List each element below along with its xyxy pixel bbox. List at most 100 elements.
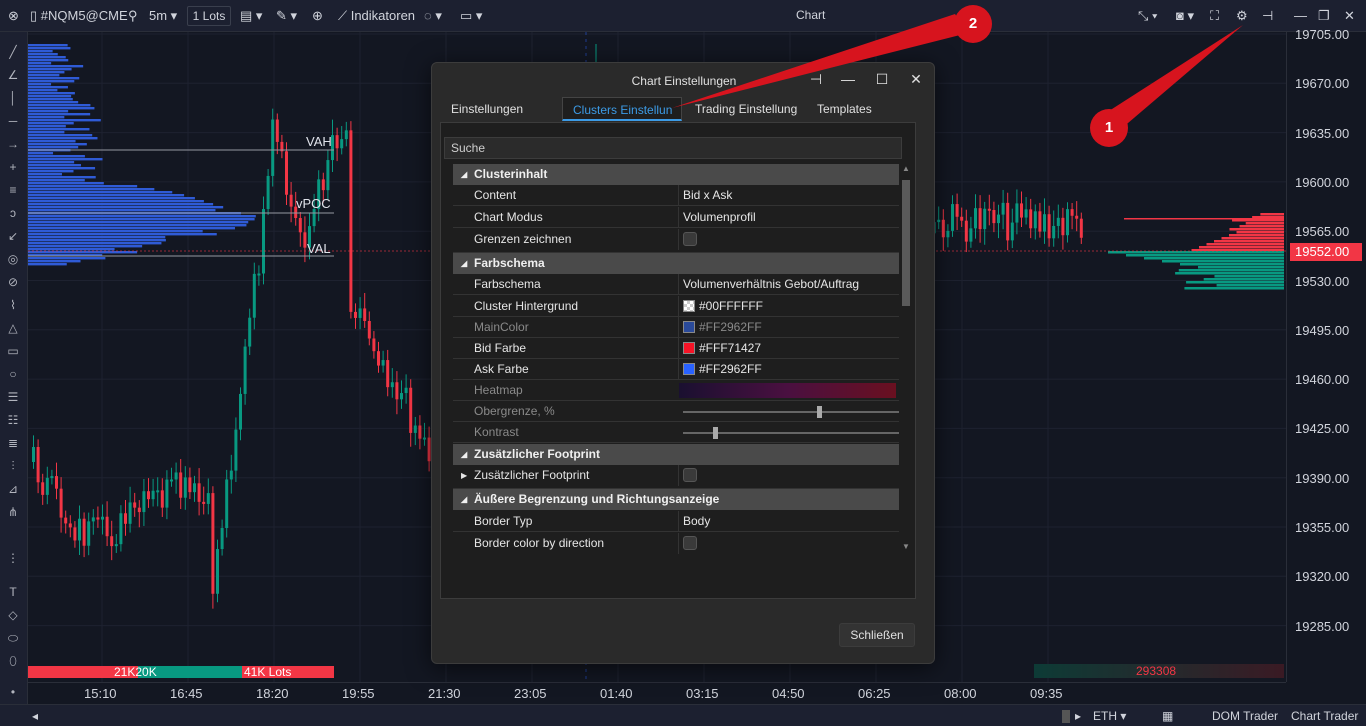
slider-knob[interactable] <box>713 427 718 439</box>
lots-input[interactable]: 1 Lots <box>187 6 231 26</box>
fib-extension-icon[interactable]: ☷ <box>4 412 22 428</box>
section-farbschema[interactable]: ◢ Farbschema <box>453 253 899 274</box>
pitchfork-icon[interactable]: ⫶ <box>4 458 22 474</box>
prop-bid-color[interactable]: Bid Farbe #FFF71427 <box>453 338 899 359</box>
fan-icon[interactable]: ⋔ <box>4 504 22 520</box>
upper-limit-slider[interactable] <box>683 406 899 418</box>
prop-value[interactable]: Body <box>678 511 899 532</box>
tab-trading[interactable]: Trading Einstellung <box>685 97 797 121</box>
channel-tool-icon[interactable]: ≡ <box>4 182 22 198</box>
expand-icon[interactable]: ▶ <box>461 465 467 486</box>
ask-color-swatch[interactable] <box>683 363 695 375</box>
prop-border-type[interactable]: Border Typ Body <box>453 511 899 532</box>
section-clusterinhalt[interactable]: ◢ Clusterinhalt <box>453 164 899 185</box>
gear-icon[interactable]: ⚙ <box>1236 6 1248 26</box>
scroll-down-icon[interactable]: ▼ <box>902 542 910 551</box>
cross-tool-icon[interactable]: + <box>4 159 22 175</box>
minimize-icon[interactable]: — <box>1294 6 1307 26</box>
prop-borders[interactable]: Grenzen zeichnen <box>453 229 899 253</box>
search-input[interactable]: Suche <box>444 137 902 159</box>
prop-value[interactable]: Volumenverhältnis Gebot/Auftrag <box>678 274 899 295</box>
transparent-swatch[interactable] <box>683 300 695 312</box>
rectangle-tool-icon[interactable]: ▭ <box>4 343 22 359</box>
search-icon[interactable]: ⚲ <box>128 6 138 26</box>
tab-templates[interactable]: Templates <box>807 97 882 121</box>
draw-icon[interactable]: ✎ ▾ <box>276 6 297 26</box>
path-tool-icon[interactable]: ⌇ <box>4 297 22 313</box>
section-extra-footprint[interactable]: ◢ Zusätzlicher Footprint <box>453 444 899 465</box>
prop-cluster-bg[interactable]: Cluster Hintergrund #00FFFFFF <box>453 296 899 317</box>
calendar-icon[interactable]: ▦ <box>1162 709 1173 723</box>
label-tool-icon[interactable]: ⬭ <box>4 630 22 646</box>
close-icon[interactable]: ✕ <box>1344 6 1355 26</box>
tab-clusters[interactable]: Clusters Einstellun <box>562 97 682 121</box>
prop-content[interactable]: Content Bid x Ask <box>453 185 899 206</box>
symbol-selector[interactable]: ▯ #NQM5@CME <box>30 6 128 26</box>
prop-value[interactable]: #00FFFFFF <box>678 296 899 317</box>
contrast-slider[interactable] <box>683 427 899 439</box>
ruler-tool-icon[interactable]: ⊘ <box>4 274 22 290</box>
gann-icon[interactable]: ⊿ <box>4 481 22 497</box>
extra-footprint-checkbox[interactable] <box>683 468 697 482</box>
scroll-up-icon[interactable]: ▲ <box>902 164 910 173</box>
line-tool-icon[interactable]: ╱ <box>4 44 22 60</box>
scroll-right-icon[interactable]: ▸ <box>1075 709 1081 723</box>
layout-icon[interactable]: ▭ ▾ <box>460 6 482 26</box>
maximize-icon[interactable]: ☐ <box>871 69 893 89</box>
horizontal-line-icon[interactable]: ─ <box>4 113 22 129</box>
vertical-line-icon[interactable]: │ <box>4 90 22 106</box>
section-border[interactable]: ◢ Äußere Begrenzung und Richtungsanzeige <box>453 489 899 510</box>
curve-tool-icon[interactable]: ↄ <box>4 205 22 221</box>
callout-tool-icon[interactable]: ⬯ <box>4 653 22 669</box>
chart-trader-button[interactable]: Chart Trader <box>1291 709 1358 723</box>
prop-value[interactable]: Volumenprofil <box>678 207 899 228</box>
horizontal-scrollbar-thumb[interactable] <box>1062 710 1070 723</box>
borders-checkbox[interactable] <box>683 232 697 246</box>
levels-tool-icon[interactable]: ≣ <box>4 435 22 451</box>
text-tool-icon[interactable]: T <box>4 584 22 600</box>
arrow-tool-icon[interactable]: → <box>4 136 22 152</box>
prop-extra-footprint[interactable]: ▶ Zusätzlicher Footprint <box>453 465 899 489</box>
dot-icon[interactable]: • <box>4 684 22 700</box>
zoom-icon[interactable]: ⊕ <box>312 6 323 26</box>
border-direction-checkbox[interactable] <box>683 536 697 550</box>
fullscreen-icon[interactable]: ⛶ <box>1210 6 1219 26</box>
session-selector[interactable]: ETH ▾ <box>1093 709 1126 723</box>
prop-scheme[interactable]: Farbschema Volumenverhältnis Gebot/Auftra… <box>453 274 899 295</box>
close-icon[interactable]: ✕ <box>905 69 927 89</box>
prop-border-direction[interactable]: Border color by direction <box>453 533 899 554</box>
pin-icon[interactable]: ⊣ <box>805 69 827 89</box>
prop-value[interactable]: Bid x Ask <box>678 185 899 206</box>
bid-color-swatch[interactable] <box>683 342 695 354</box>
close-button[interactable]: Schließen <box>839 623 915 647</box>
dotted-icon[interactable]: ⋮ <box>4 550 22 566</box>
indicators-button[interactable]: ⟋ Indikatoren <box>338 6 415 26</box>
pin-icon[interactable]: ⊣ <box>1262 6 1273 26</box>
scroll-thumb[interactable] <box>902 180 910 306</box>
trend-tool-icon[interactable]: ↙ <box>4 228 22 244</box>
dom-trader-button[interactable]: DOM Trader <box>1212 709 1278 723</box>
fib-tool-icon[interactable]: ☰ <box>4 389 22 405</box>
prop-value[interactable]: #FF2962FF <box>678 359 899 380</box>
prop-value[interactable]: #FFF71427 <box>678 338 899 359</box>
property-scrollbar[interactable]: ▲ ▼ <box>900 164 912 554</box>
timeframe-selector[interactable]: 5m ▾ <box>149 6 177 26</box>
tab-einstellungen[interactable]: Einstellungen <box>441 97 533 121</box>
camera-icon[interactable]: ◙ ▾ <box>1176 6 1194 26</box>
collapse-icon[interactable]: ⤡ ▾ <box>1138 6 1157 26</box>
angle-tool-icon[interactable]: ∠ <box>4 67 22 83</box>
triangle-tool-icon[interactable]: △ <box>4 320 22 336</box>
prop-chart-mode[interactable]: Chart Modus Volumenprofil <box>453 207 899 228</box>
comment-icon[interactable]: ▤ ▾ <box>240 6 262 26</box>
tag-tool-icon[interactable]: ◇ <box>4 607 22 623</box>
restore-icon[interactable]: ❐ <box>1318 6 1330 26</box>
circle-tool-icon[interactable]: ○ <box>4 366 22 382</box>
target-tool-icon[interactable]: ◎ <box>4 251 22 267</box>
prop-ask-color[interactable]: Ask Farbe #FF2962FF <box>453 359 899 380</box>
time-axis[interactable]: 15:10 16:45 18:20 19:55 21:30 23:05 01:40 03:15… <box>28 682 1286 704</box>
crosshair-icon[interactable]: ◌ ▾ <box>424 6 442 26</box>
minimize-icon[interactable]: — <box>837 69 859 89</box>
slider-knob[interactable] <box>817 406 822 418</box>
price-axis[interactable]: 19552.00 19705.00 19670.00 19635.00 19600.0… <box>1286 27 1366 682</box>
scroll-left-icon[interactable]: ◂ <box>32 709 38 723</box>
